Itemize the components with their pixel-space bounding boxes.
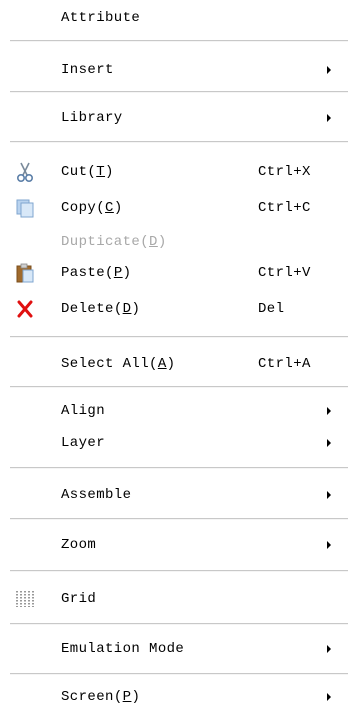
menu-separator bbox=[10, 40, 348, 42]
menu-item-label: Select All(A) bbox=[61, 356, 176, 372]
menu-item-label: Layer bbox=[61, 435, 106, 451]
menu-separator bbox=[10, 91, 348, 93]
menu-item-library[interactable]: Library bbox=[0, 103, 348, 133]
menu-item-select-all[interactable]: Select All(A) Ctrl+A bbox=[0, 349, 348, 379]
submenu-arrow-icon bbox=[327, 693, 331, 701]
context-menu: Attribute Insert Library Cut(T) Ctrl+X C… bbox=[0, 0, 348, 711]
menu-separator bbox=[10, 467, 348, 469]
copy-icon bbox=[16, 199, 34, 218]
menu-item-label: Attribute bbox=[61, 10, 141, 26]
menu-separator bbox=[10, 386, 348, 388]
menu-item-label: Align bbox=[61, 403, 106, 419]
menu-item-duplicate: Dupticate(D) bbox=[0, 227, 348, 257]
menu-item-label: Cut(T) bbox=[61, 164, 114, 180]
menu-item-label: Screen(P) bbox=[61, 689, 141, 705]
menu-item-grid[interactable]: Grid bbox=[0, 584, 348, 614]
shortcut-label: Ctrl+X bbox=[258, 164, 311, 180]
menu-item-attribute[interactable]: Attribute bbox=[0, 3, 348, 33]
menu-item-insert[interactable]: Insert bbox=[0, 55, 348, 85]
submenu-arrow-icon bbox=[327, 491, 331, 499]
submenu-arrow-icon bbox=[327, 541, 331, 549]
shortcut-label: Ctrl+A bbox=[258, 356, 311, 372]
menu-item-screen[interactable]: Screen(P) bbox=[0, 682, 348, 712]
submenu-arrow-icon bbox=[327, 439, 331, 447]
shortcut-label: Del bbox=[258, 301, 285, 317]
shortcut-label: Ctrl+V bbox=[258, 265, 311, 281]
menu-separator bbox=[10, 336, 348, 338]
menu-item-label: Emulation Mode bbox=[61, 641, 185, 657]
menu-item-emulation-mode[interactable]: Emulation Mode bbox=[0, 634, 348, 664]
submenu-arrow-icon bbox=[327, 645, 331, 653]
menu-item-label: Delete(D) bbox=[61, 301, 141, 317]
menu-separator bbox=[10, 623, 348, 625]
menu-item-paste[interactable]: Paste(P) Ctrl+V bbox=[0, 258, 348, 288]
scissors-icon bbox=[16, 162, 34, 183]
menu-item-copy[interactable]: Copy(C) Ctrl+C bbox=[0, 193, 348, 223]
menu-item-label: Assemble bbox=[61, 487, 132, 503]
menu-item-assemble[interactable]: Assemble bbox=[0, 480, 348, 510]
menu-separator bbox=[10, 570, 348, 572]
menu-separator bbox=[10, 141, 348, 143]
menu-item-label: Library bbox=[61, 110, 123, 126]
grid-icon bbox=[16, 591, 34, 607]
menu-item-label: Grid bbox=[61, 591, 97, 607]
delete-x-icon bbox=[17, 300, 33, 318]
menu-separator bbox=[10, 673, 348, 675]
shortcut-label: Ctrl+C bbox=[258, 200, 311, 216]
submenu-arrow-icon bbox=[327, 114, 331, 122]
menu-item-label: Zoom bbox=[61, 537, 97, 553]
menu-item-label: Paste(P) bbox=[61, 265, 132, 281]
menu-item-label: Dupticate(D) bbox=[61, 234, 167, 250]
menu-item-layer[interactable]: Layer bbox=[0, 428, 348, 458]
menu-item-cut[interactable]: Cut(T) Ctrl+X bbox=[0, 157, 348, 187]
submenu-arrow-icon bbox=[327, 407, 331, 415]
menu-item-zoom[interactable]: Zoom bbox=[0, 530, 348, 560]
menu-separator bbox=[10, 518, 348, 520]
menu-item-label: Copy(C) bbox=[61, 200, 123, 216]
menu-item-delete[interactable]: Delete(D) Del bbox=[0, 294, 348, 324]
menu-item-label: Insert bbox=[61, 62, 114, 78]
submenu-arrow-icon bbox=[327, 66, 331, 74]
menu-item-align[interactable]: Align bbox=[0, 396, 348, 426]
paste-icon bbox=[16, 263, 34, 283]
